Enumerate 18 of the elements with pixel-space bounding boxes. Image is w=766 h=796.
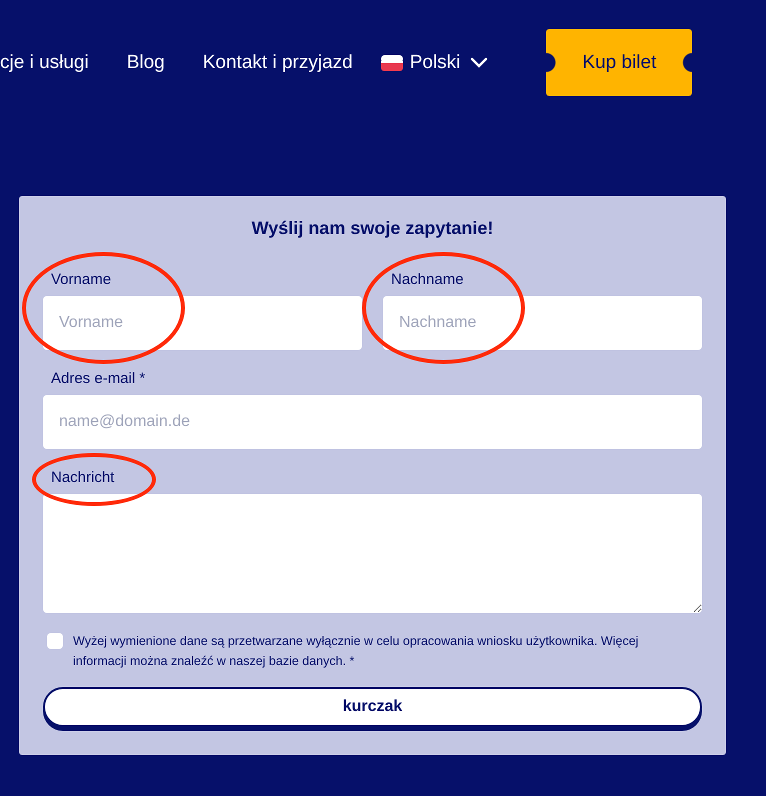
form-title: Wyślij nam swoje zapytanie! <box>250 218 494 239</box>
language-selector[interactable]: Polski <box>410 52 460 74</box>
input-field[interactable]: name@domain.de <box>43 395 702 449</box>
field-label: Nachricht <box>51 469 116 486</box>
checkbox[interactable] <box>47 633 63 649</box>
flag-icon <box>380 54 403 70</box>
field-label: Adres e-mail * <box>51 370 146 387</box>
buy-ticket-button[interactable]: Kup bilet <box>546 29 692 96</box>
nav-link[interactable]: cje i usługi <box>0 52 89 74</box>
consent-text: Wyżej wymienione dane są przetwarzane wyłącznie w celu opracowania wniosku użytkownika. Więcej informacji można znaleźć w naszej bazie danych. * <box>73 633 640 670</box>
field-label: Nachname <box>391 271 465 288</box>
input-field[interactable]: Nachname <box>383 296 702 350</box>
field-label: Vorname <box>51 271 112 288</box>
chevron-down-icon[interactable] <box>470 57 488 68</box>
nav-link[interactable]: Blog <box>126 52 165 74</box>
nav-link[interactable]: Kontakt i przyjazd <box>202 52 353 74</box>
message-field[interactable] <box>43 494 702 613</box>
input-field[interactable]: Vorname <box>43 296 362 350</box>
